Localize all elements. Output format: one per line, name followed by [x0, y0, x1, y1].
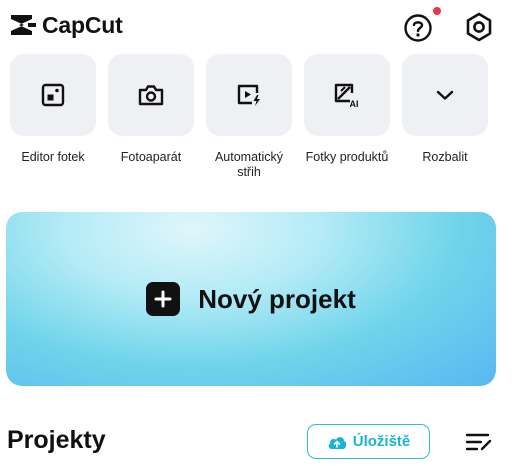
app-header: CapCut	[0, 0, 515, 52]
tool-tile[interactable]	[402, 54, 488, 136]
ai-product-photo-icon: AI	[334, 83, 359, 109]
tool-tile[interactable]	[10, 54, 96, 136]
projects-title: Projekty	[7, 426, 106, 454]
tool-label: Rozbalit	[422, 150, 468, 164]
app-name: CapCut	[42, 11, 123, 38]
brand: CapCut	[8, 10, 123, 40]
auto-cut-icon	[237, 84, 260, 106]
tool-label: Editor fotek	[21, 150, 85, 164]
tool-tile[interactable]	[108, 54, 194, 136]
new-project-button[interactable]: Nový projekt	[6, 212, 496, 386]
svg-text:AI: AI	[350, 99, 359, 109]
tool-photo-editor[interactable]: Editor fotek	[9, 54, 97, 165]
tool-label: Automatický střih	[214, 150, 284, 179]
settings-icon[interactable]	[461, 9, 497, 45]
tool-expand[interactable]: Rozbalit	[401, 54, 489, 165]
capcut-logo-icon	[11, 15, 36, 35]
tool-product-photos[interactable]: AI Fotky produktů	[303, 54, 391, 165]
plus-icon	[146, 282, 181, 316]
tool-auto-cut[interactable]: Automatický střih	[205, 54, 293, 180]
tool-label: Fotoaparát	[120, 150, 182, 164]
sort-list-icon[interactable]	[464, 428, 494, 456]
tool-tile[interactable]	[206, 54, 292, 136]
tool-camera[interactable]: Fotoaparát	[107, 54, 195, 165]
photo-editor-icon	[41, 83, 65, 107]
new-project-label: Nový projekt	[198, 283, 356, 314]
tool-tile[interactable]: AI	[304, 54, 390, 136]
cloud-upload-icon	[328, 436, 346, 449]
notification-dot	[433, 7, 441, 15]
quick-tools: Editor fotek Fotoaparát Automatický stři…	[0, 54, 515, 189]
tool-label: Fotky produktů	[305, 150, 389, 164]
storage-label: Úložiště	[352, 433, 411, 450]
camera-icon	[138, 85, 164, 106]
chevron-down-icon	[436, 90, 454, 100]
storage-button[interactable]: Úložiště	[307, 424, 430, 459]
help-icon[interactable]	[401, 10, 435, 44]
